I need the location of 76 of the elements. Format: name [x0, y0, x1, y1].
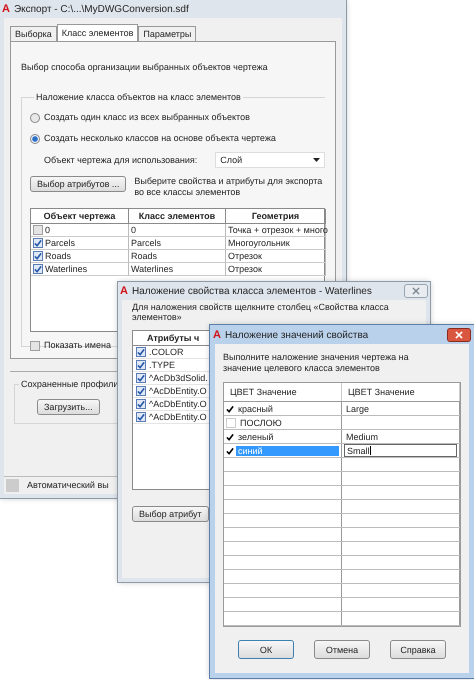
table-cell: Roads — [131, 251, 158, 261]
table-cell-text: Medium — [345, 430, 380, 443]
checkbox-label: Показать имена — [44, 340, 111, 351]
window-title: Экспорт - C:\...\MyDWGConversion.sdf — [14, 4, 189, 14]
close-icon — [412, 287, 420, 295]
app-logo: A — [2, 3, 10, 15]
table-cell: 0 — [131, 225, 136, 235]
table-cell: Parcels — [45, 238, 76, 248]
table-cell-text: красный — [237, 404, 274, 414]
select-attributes-button[interactable]: Выбор атрибут — [132, 506, 209, 522]
table-cell: Отрезок — [228, 251, 262, 261]
status-text: Автоматический вы — [27, 480, 109, 491]
radio-button[interactable] — [30, 112, 40, 122]
tab[interactable]: Класс элементов — [56, 24, 138, 41]
checkbox[interactable] — [33, 251, 43, 261]
list-item: ^AcDb3dSolid. — [149, 373, 208, 383]
table-cell: Roads — [45, 251, 72, 261]
check-icon — [226, 404, 234, 412]
table-cell: Waterlines — [131, 264, 174, 274]
description-text: Выполните наложение значения чертежа на значение целевого класса элементов — [223, 352, 410, 374]
table-cell: Parcels — [131, 238, 162, 248]
description-text: Выбор способа организации выбранных объектов чертежа — [21, 62, 269, 73]
table-cell: Точка + отрезок + много — [228, 225, 328, 235]
table-cell: 0 — [45, 225, 50, 235]
list-item: .TYPE — [149, 360, 176, 370]
close-icon — [455, 331, 463, 339]
dialog-button[interactable]: Справка — [390, 640, 446, 659]
checkbox[interactable] — [33, 225, 43, 235]
radio-label: Создать один класс из всех выбранных объектов — [44, 112, 250, 123]
list-item: ^AcDbEntity.O — [149, 412, 207, 422]
checkbox[interactable] — [136, 373, 146, 383]
tab[interactable]: Выборка — [10, 26, 57, 41]
table-cell-text: Large — [345, 402, 370, 415]
layer-dropdown[interactable]: Слой — [215, 152, 325, 168]
tab[interactable]: Параметры — [138, 26, 196, 41]
checkbox[interactable] — [136, 412, 146, 422]
checkbox[interactable] — [33, 238, 43, 248]
list-item: ^AcDbEntity.O — [149, 386, 207, 396]
table-cell: Waterlines — [45, 264, 88, 274]
dropdown-icon — [313, 158, 320, 162]
radio-button[interactable] — [30, 134, 40, 144]
column-header: Атрибуты ч — [147, 333, 200, 343]
description-text: Для наложения свойств щелкните столбец «Свойства класса элементов» — [132, 302, 390, 322]
radio-label: Создать несколько классов на основе объекта чертежа — [44, 133, 276, 144]
status-indicator — [6, 479, 19, 492]
checkbox[interactable] — [136, 347, 146, 357]
checkbox[interactable] — [30, 340, 40, 350]
table-cell-text: ПОСЛОЮ — [239, 418, 283, 428]
list-item: ^AcDbEntity.O — [149, 399, 207, 409]
app-logo: A — [213, 329, 221, 341]
checkbox[interactable] — [136, 386, 146, 396]
column-header: ЦВЕТ Значение — [342, 383, 460, 401]
list-item: .COLOR — [149, 347, 184, 357]
column-header: Класс элементов — [129, 209, 226, 224]
table-cell: Многоугольник — [228, 238, 290, 248]
hint-text: Выберите свойства и атрибуты для экспорта во все классы элементов — [134, 176, 324, 198]
dialog-button[interactable]: Отмена — [314, 640, 370, 659]
dialog-button[interactable]: ОК — [238, 640, 294, 659]
table-cell: Отрезок — [228, 264, 262, 274]
load-button[interactable]: Загрузить... — [37, 399, 100, 415]
close-button[interactable] — [447, 328, 471, 342]
checkbox[interactable] — [136, 360, 146, 370]
column-header: Геометрия — [226, 209, 326, 224]
table-cell-text: зеленый — [237, 432, 274, 442]
column-header: Объект чертежа — [31, 209, 129, 224]
table-cell: синий — [236, 446, 339, 456]
select-attributes-button[interactable]: Выбор атрибутов ... — [30, 176, 126, 192]
checkbox[interactable] — [136, 399, 146, 409]
column-header: ЦВЕТ Значение — [224, 383, 342, 401]
group-title: Наложение класса объектов на класс элементов — [34, 92, 243, 102]
app-logo: A — [120, 285, 128, 297]
field-label: Объект чертежа для использования: — [44, 154, 198, 166]
value-input[interactable]: Small — [344, 444, 457, 457]
window-title: Наложение значений свойства — [224, 330, 368, 340]
window-title: Наложение свойства класса элементов - Waterlines — [132, 286, 372, 296]
checkbox[interactable] — [33, 264, 43, 274]
